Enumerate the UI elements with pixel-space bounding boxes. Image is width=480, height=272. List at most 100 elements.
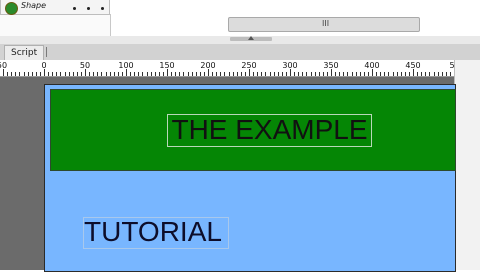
timeline-scrollbar[interactable]: III — [228, 17, 420, 32]
ruler-tick — [376, 72, 378, 76]
vertical-scrollbar[interactable] — [454, 60, 480, 270]
ruler-tick — [80, 72, 82, 76]
ruler-tick — [52, 72, 54, 76]
ruler-tick — [290, 69, 291, 76]
layer-label: Shape — [21, 1, 47, 10]
ruler-tick — [44, 69, 45, 76]
ruler-tick — [48, 72, 50, 76]
lock-toggle-dot[interactable] — [87, 7, 90, 10]
ruler-tick — [404, 72, 406, 76]
ruler-tick — [417, 72, 419, 76]
ruler-tick — [93, 72, 95, 76]
ruler-tick — [68, 72, 70, 76]
ruler-tick — [384, 72, 386, 76]
ruler-tick — [60, 72, 62, 76]
ruler-tick — [158, 72, 160, 76]
ruler-tick — [335, 72, 337, 76]
layer-list-area — [0, 14, 111, 37]
ruler-tick — [175, 72, 177, 76]
tab-script[interactable]: Script — [4, 45, 45, 60]
ruler-tick — [97, 72, 99, 76]
ruler-tick — [89, 72, 91, 76]
ruler-tick — [195, 72, 197, 76]
ruler-tick — [421, 72, 423, 76]
ruler-tick — [126, 69, 127, 76]
ruler-tick — [130, 72, 132, 76]
ruler-tick — [228, 72, 230, 76]
ruler-tick — [314, 72, 316, 76]
ruler-tick — [56, 72, 58, 76]
ruler-tick — [232, 72, 234, 76]
ruler-tick — [224, 72, 226, 76]
ruler-tick — [109, 72, 111, 76]
scrollbar-grip[interactable]: III — [322, 19, 329, 28]
ruler-tick — [244, 72, 246, 76]
document-tab-bar — [0, 44, 480, 60]
ruler-tick — [212, 72, 214, 76]
ruler-tick — [240, 72, 242, 76]
ruler-tick — [437, 72, 439, 76]
tab-separator — [46, 47, 47, 57]
ruler-tick — [76, 72, 78, 76]
ruler-tick — [281, 72, 283, 76]
ruler-tick — [179, 72, 181, 76]
ruler-tick — [134, 72, 136, 76]
ruler-tick — [142, 72, 144, 76]
ruler-tick — [146, 72, 148, 76]
ruler-tick — [257, 72, 259, 76]
ruler-tick — [429, 72, 431, 76]
ruler-tick — [7, 72, 9, 76]
subtitle-text-field[interactable]: TUTORIAL — [84, 215, 222, 249]
ruler-tick — [306, 72, 308, 76]
ruler-tick — [171, 72, 173, 76]
title-text-field[interactable]: THE EXAMPLE — [167, 113, 372, 147]
ruler-tick — [318, 72, 320, 76]
ruler-tick — [220, 72, 222, 76]
ruler-tick — [167, 69, 168, 76]
ruler-tick — [425, 72, 427, 76]
ruler-tick — [343, 72, 345, 76]
ruler-tick — [253, 72, 255, 76]
ruler-tick — [347, 72, 349, 76]
ruler-tick — [445, 72, 447, 76]
ruler-tick — [27, 72, 29, 76]
ruler-tick — [191, 72, 193, 76]
ruler-tick — [326, 72, 328, 76]
eye-toggle-dot[interactable] — [73, 7, 76, 10]
ruler-tick — [400, 72, 402, 76]
ruler-tick — [380, 72, 382, 76]
ruler-tick — [187, 72, 189, 76]
ruler-tick — [117, 72, 119, 76]
outline-toggle-dot[interactable] — [101, 7, 104, 10]
ruler-tick — [183, 72, 185, 76]
ruler-tick — [355, 72, 357, 76]
ruler-tick — [138, 72, 140, 76]
ruler-tick — [216, 72, 218, 76]
ruler-tick — [351, 72, 353, 76]
layer-row-shape[interactable]: Shape — [0, 0, 110, 15]
ruler-tick — [39, 72, 41, 76]
ruler-tick — [101, 72, 103, 76]
ruler-tick — [367, 72, 369, 76]
ruler-tick — [113, 72, 115, 76]
ruler-tick — [413, 69, 414, 76]
ruler-tick — [150, 72, 152, 76]
ruler-tick — [72, 72, 74, 76]
ruler-tick — [162, 72, 164, 76]
ruler-tick — [154, 72, 156, 76]
ruler-tick — [302, 72, 304, 76]
ruler-tick — [269, 72, 271, 76]
ruler-tick — [208, 69, 209, 76]
collapse-arrow-icon[interactable] — [248, 36, 254, 40]
ruler-tick — [408, 72, 410, 76]
ruler-tick — [203, 72, 205, 76]
ruler-tick — [359, 72, 361, 76]
ruler-tick — [23, 72, 25, 76]
ruler-tick — [35, 72, 37, 76]
ruler-tick — [331, 69, 332, 76]
ruler-tick — [265, 72, 267, 76]
ruler-tick — [310, 72, 312, 76]
ruler-tick — [388, 72, 390, 76]
ruler-tick — [3, 69, 4, 76]
ruler-tick — [121, 72, 123, 76]
